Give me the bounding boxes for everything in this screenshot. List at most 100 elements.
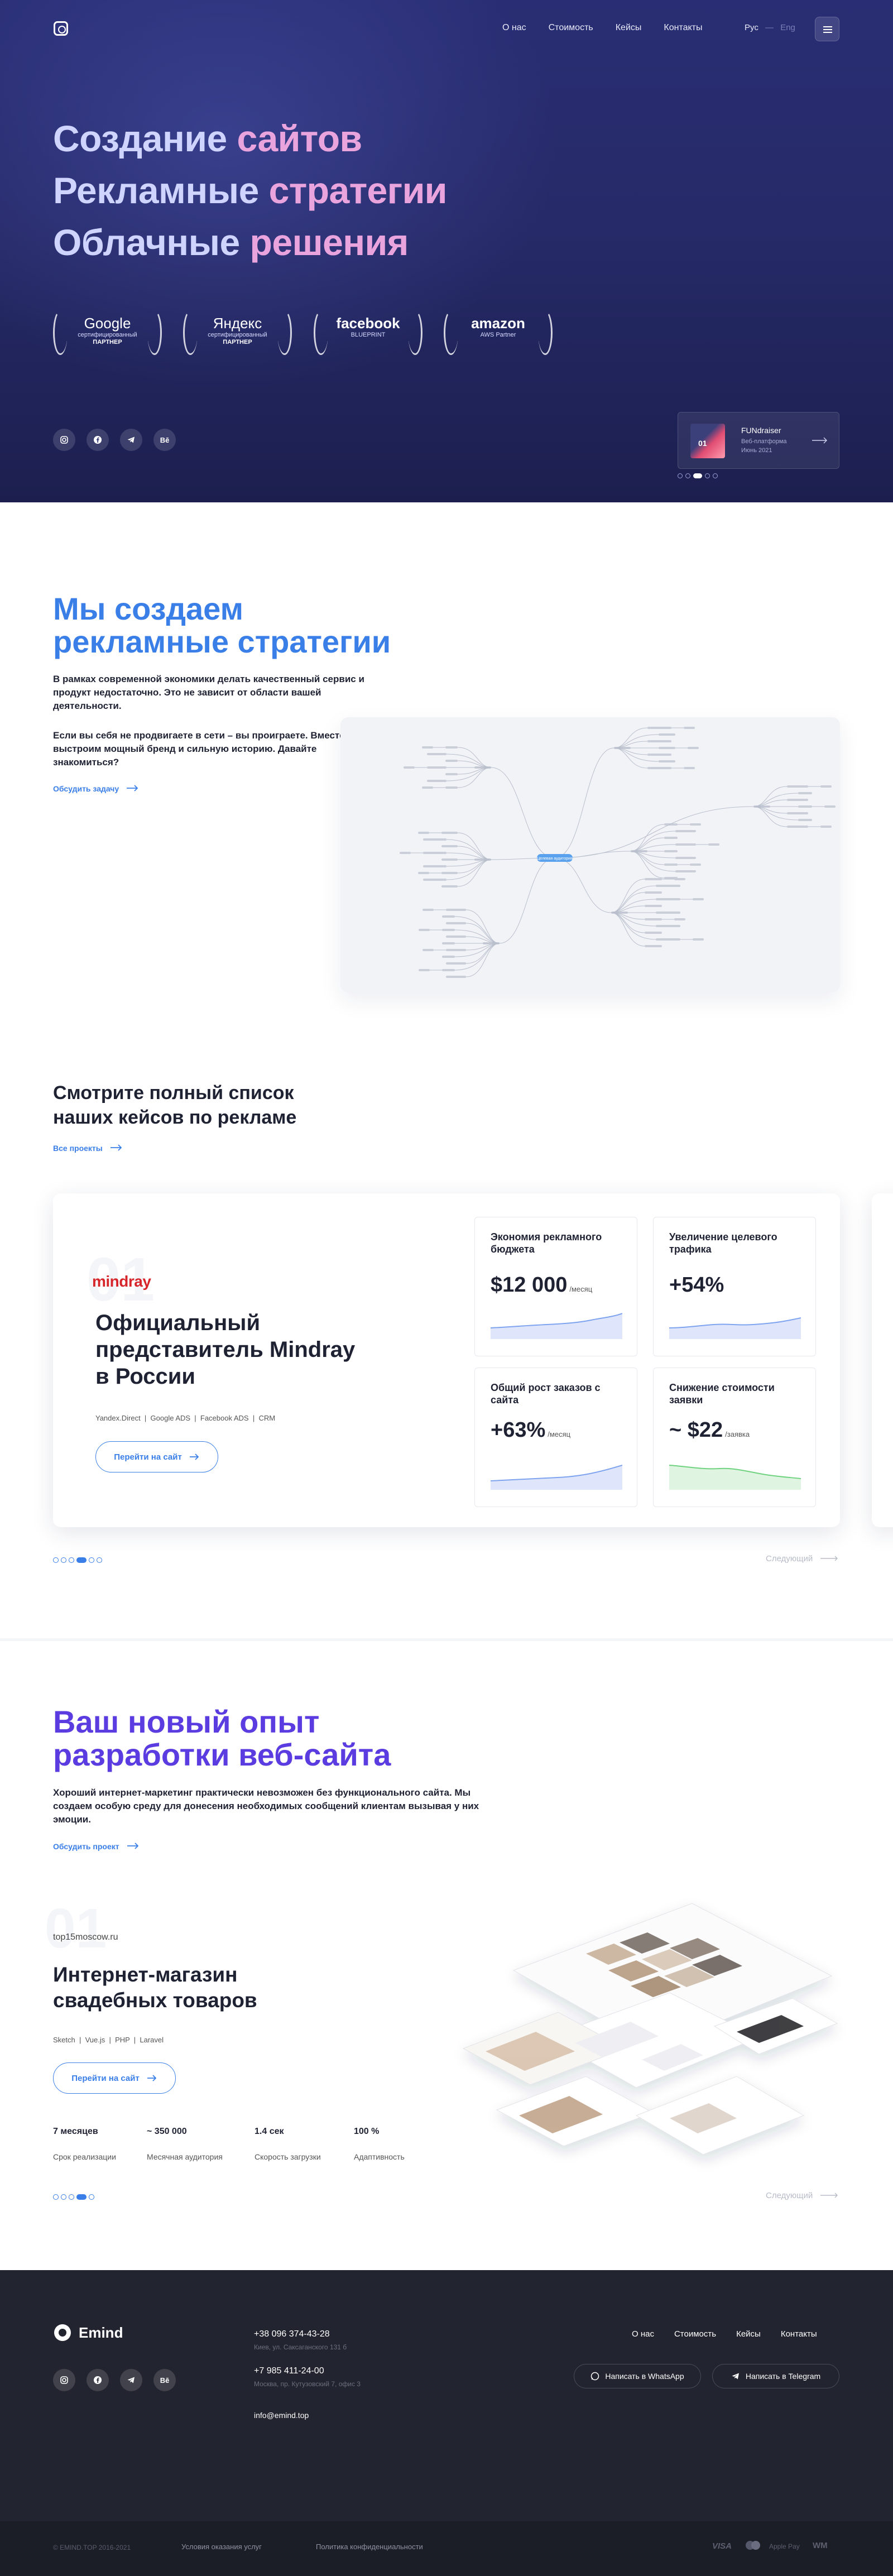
mindmap-leaf [446, 949, 466, 951]
mindmap-leaf [418, 872, 429, 874]
metric-title: Экономия рекламного бюджета [491, 1231, 602, 1255]
slider-dot[interactable] [61, 2194, 66, 2200]
facebook-icon[interactable] [87, 2369, 109, 2391]
nav-item-price[interactable]: Стоимость [549, 23, 593, 33]
mindmap-card: Целевая аудитория [340, 717, 840, 992]
mindmap-leaf [427, 753, 446, 755]
cases-slider-dots[interactable] [53, 1557, 102, 1563]
mindmap-branch [611, 912, 645, 933]
discuss-task-link[interactable]: Обсудить задачу [53, 784, 139, 793]
web-next-button[interactable]: Следующий [766, 2191, 838, 2200]
nav-item-cases[interactable]: Кейсы [616, 23, 642, 33]
brand-name: Emind [79, 2324, 123, 2341]
strategy-title: Мы создаем рекламные стратегии [53, 592, 391, 659]
title-line: разработки веб-сайта [53, 1736, 391, 1772]
phone-kiev[interactable]: +38 096 374-43-28 [254, 2329, 330, 2339]
slider-dot[interactable] [89, 2194, 94, 2200]
mindmap-leaf [664, 850, 678, 852]
footer-nav-about[interactable]: О нас [632, 2329, 654, 2339]
footer-nav-contacts[interactable]: Контакты [781, 2329, 817, 2339]
logo-icon[interactable] [54, 21, 68, 36]
whatsapp-button[interactable]: Написать в WhatsApp [574, 2364, 701, 2388]
tag: CRM [258, 1414, 276, 1422]
metric-sparkline [491, 1465, 622, 1490]
hero-slider-dots[interactable] [678, 473, 718, 478]
mindray-logo: mindray [92, 1273, 151, 1290]
webmoney-icon: WM [813, 2541, 828, 2550]
badge-sub: BLUEPRINT [351, 332, 386, 338]
slider-dot[interactable] [97, 1557, 102, 1563]
slider-dot[interactable] [76, 1557, 87, 1563]
stat-label: Скорость загрузки [255, 2152, 321, 2161]
telegram-icon[interactable] [120, 429, 142, 451]
stat-value: 100 % [354, 2127, 380, 2136]
arrow-right-icon [189, 1454, 199, 1460]
instagram-icon[interactable] [53, 2369, 75, 2391]
email-link[interactable]: info@emind.top [254, 2411, 309, 2420]
slider-dot[interactable] [89, 1557, 94, 1563]
hero-project-card[interactable]: 01 FUNdraiser Веб-платформа Июнь 2021 [678, 412, 839, 469]
behance-icon[interactable]: Bē [153, 429, 176, 451]
mindmap-branch [457, 859, 492, 874]
metric-value: +63% [491, 1418, 546, 1442]
mindmap-branch [630, 824, 665, 852]
badge-amazon: amazon AWS Partner [444, 308, 553, 358]
slider-dot[interactable] [69, 2194, 74, 2200]
slider-dot[interactable] [69, 1557, 74, 1563]
phone-moscow[interactable]: +7 985 411-24-00 [254, 2366, 324, 2376]
slider-dot[interactable] [685, 473, 690, 478]
laurel-icon [314, 310, 328, 355]
mindmap-branch [611, 879, 645, 913]
instagram-icon[interactable] [53, 429, 75, 451]
mindmap-leaf [656, 912, 680, 914]
nav-item-about[interactable]: О нас [502, 23, 526, 33]
strategy-paragraph-2: Если вы себя не продвигаете в сети – вы … [53, 730, 363, 767]
menu-button[interactable] [815, 17, 839, 41]
slider-dot[interactable] [53, 1557, 59, 1563]
slider-dot[interactable] [693, 473, 702, 478]
hero-line-sites: Создание сайтов [53, 120, 362, 157]
metric-value: $12 000 [491, 1273, 568, 1297]
metric-sparkline [669, 1317, 801, 1339]
project-visit-site-button[interactable]: Перейти на сайт [53, 2062, 176, 2094]
slider-dot[interactable] [61, 1557, 66, 1563]
slider-dot[interactable] [678, 473, 683, 478]
mindmap-leaf [693, 898, 704, 900]
privacy-link[interactable]: Политика конфиденциальности [316, 2543, 423, 2551]
next-case-card-peek[interactable] [872, 1193, 893, 1527]
all-projects-link[interactable]: Все проекты [53, 1144, 123, 1153]
mindmap-leaf [656, 925, 680, 927]
lang-ru[interactable]: Рус [745, 23, 758, 32]
mindmap-branch [554, 806, 754, 858]
mindmap-leaf [422, 786, 433, 789]
nav-item-contacts[interactable]: Контакты [664, 23, 702, 33]
cases-next-button[interactable]: Следующий [766, 1554, 838, 1563]
discuss-project-link[interactable]: Обсудить проект [53, 1842, 140, 1851]
slider-dot[interactable] [713, 473, 718, 478]
footer-nav-price[interactable]: Стоимость [674, 2329, 716, 2339]
project-number: 01 [45, 1897, 107, 1960]
mindmap-leaf [675, 870, 696, 872]
mindmap-leaf [656, 938, 680, 941]
mindmap-leaf [419, 969, 430, 971]
stat-value: 7 месяцев [53, 2127, 98, 2136]
project-tags: Sketch | Vue.js | PHP | Laravel [53, 2036, 164, 2044]
slider-dot[interactable] [76, 2194, 87, 2200]
lang-en[interactable]: Eng [780, 23, 795, 32]
terms-link[interactable]: Условия оказания услуг [181, 2543, 262, 2551]
telegram-button[interactable]: Написать в Telegram [712, 2364, 839, 2388]
mindmap-leaf [442, 915, 455, 918]
facebook-icon[interactable] [87, 429, 109, 451]
footer-nav-cases[interactable]: Кейсы [736, 2329, 761, 2339]
footer-logo[interactable]: Emind [53, 2323, 123, 2342]
case-visit-site-button[interactable]: Перейти на сайт [95, 1441, 218, 1472]
slider-dot[interactable] [53, 2194, 59, 2200]
mindmap-leaf [659, 747, 675, 749]
hero-section: О нас Стоимость Кейсы Контакты Рус — Eng… [0, 0, 893, 502]
web-slider-dots[interactable] [53, 2194, 94, 2200]
slider-dot[interactable] [705, 473, 710, 478]
mindmap-leaf [423, 852, 446, 854]
behance-icon[interactable]: Bē [153, 2369, 176, 2391]
telegram-icon[interactable] [120, 2369, 142, 2391]
mindmap-leaf [445, 786, 458, 789]
